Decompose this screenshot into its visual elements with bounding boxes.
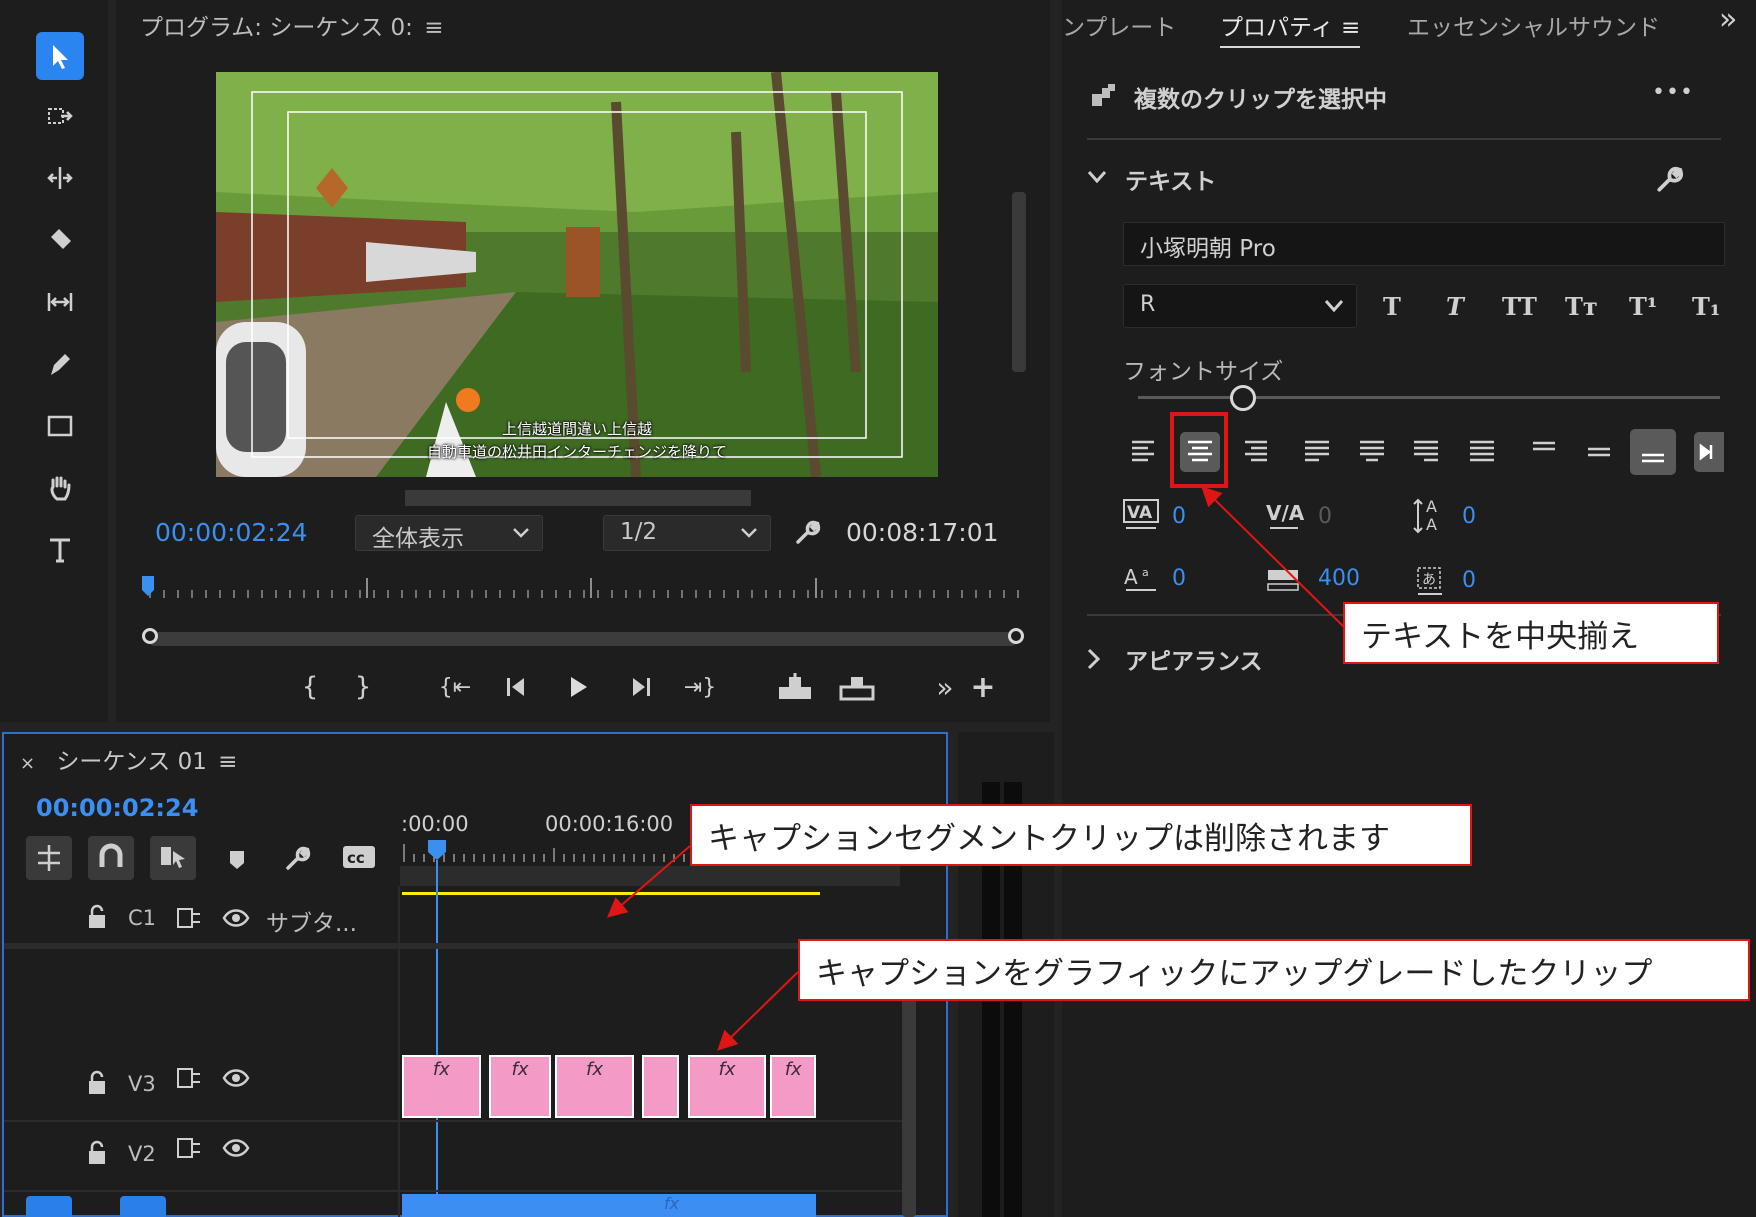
- callout-caption-upgraded: キャプションをグラフィックにアップグレードしたクリップ: [798, 939, 1750, 1001]
- callout-caption-removed: キャプションセグメントクリップは削除されます: [690, 804, 1472, 866]
- callout-center-align: テキストを中央揃え: [1343, 602, 1719, 664]
- center-align-highlight-box: [1170, 412, 1228, 488]
